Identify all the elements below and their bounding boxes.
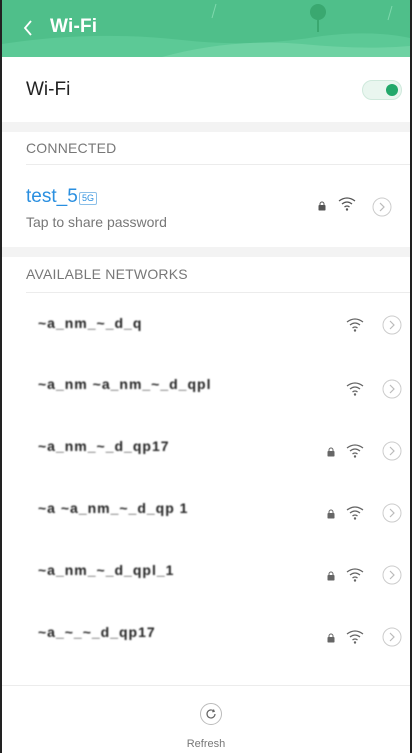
band-badge: 5G xyxy=(79,192,98,205)
network-details-chevron-icon[interactable] xyxy=(372,197,392,217)
network-details-chevron-icon[interactable] xyxy=(382,441,402,461)
network-name: ~a_nm_~_d_q xyxy=(38,315,143,331)
network-details-chevron-icon[interactable] xyxy=(382,565,402,585)
wifi-toggle-label: Wi-Fi xyxy=(26,79,71,100)
refresh-label: Refresh xyxy=(186,738,226,750)
wifi-signal-icon xyxy=(346,382,364,396)
connected-section-title: CONNECTED xyxy=(26,140,117,156)
lock-icon xyxy=(318,201,326,211)
refresh-button[interactable] xyxy=(200,703,222,725)
section-separator xyxy=(2,247,410,257)
wifi-signal-icon xyxy=(346,630,364,644)
lock-icon xyxy=(327,509,335,519)
section-separator xyxy=(2,122,410,132)
wifi-signal-icon xyxy=(346,444,364,458)
network-name: ~a ~a_nm_~_d_qp 1 xyxy=(38,500,189,516)
wifi-signal-icon xyxy=(346,318,364,332)
connected-network-name: test_5 xyxy=(26,186,78,207)
app-header: Wi-Fi xyxy=(2,0,410,57)
network-name: ~a_nm_~_d_qp17 xyxy=(38,438,170,454)
refresh-icon xyxy=(206,709,216,719)
network-name: ~a_nm ~a_nm_~_d_qpl xyxy=(38,376,212,392)
wifi-toggle-row[interactable]: Wi-Fi xyxy=(2,57,410,123)
divider xyxy=(26,292,410,293)
toggle-knob xyxy=(386,84,398,96)
page-title: Wi-Fi xyxy=(50,16,98,37)
network-details-chevron-icon[interactable] xyxy=(382,503,402,523)
network-name: ~a_nm_~_d_qpl_1 xyxy=(38,562,175,578)
network-details-chevron-icon[interactable] xyxy=(382,627,402,647)
wifi-toggle-switch[interactable] xyxy=(362,80,402,100)
back-button[interactable] xyxy=(22,18,40,40)
chevron-left-icon xyxy=(23,20,32,36)
wifi-signal-icon xyxy=(338,197,356,211)
network-name: ~a_~_~_d_qp17 xyxy=(38,624,156,640)
lock-icon xyxy=(327,633,335,643)
wifi-signal-icon xyxy=(346,568,364,582)
wifi-signal-icon xyxy=(346,506,364,520)
network-details-chevron-icon[interactable] xyxy=(382,315,402,335)
available-section-title: AVAILABLE NETWORKS xyxy=(26,266,188,282)
share-password-hint: Tap to share password xyxy=(26,214,167,230)
lock-icon xyxy=(327,447,335,457)
network-details-chevron-icon[interactable] xyxy=(382,379,402,399)
lock-icon xyxy=(327,571,335,581)
